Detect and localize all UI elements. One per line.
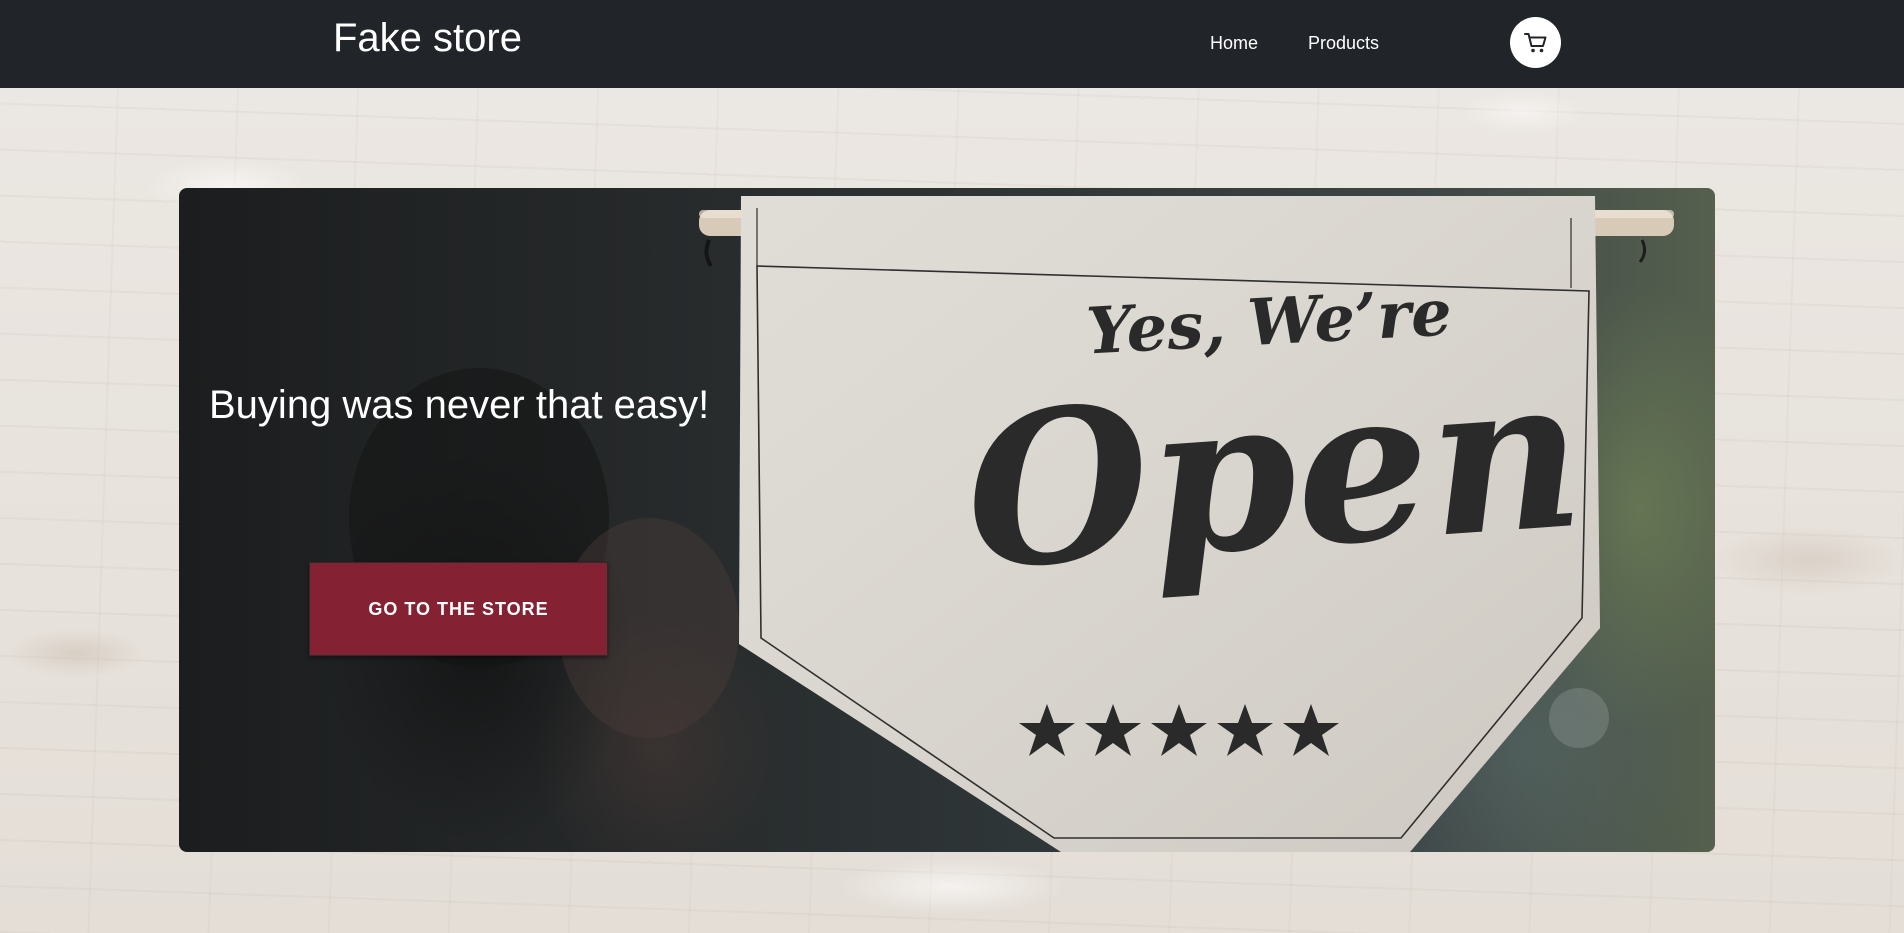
go-to-store-button[interactable]: GO TO THE STORE [309,562,608,656]
star-icon [1151,704,1207,756]
cart-icon [1523,32,1546,52]
star-icon [1085,704,1141,756]
hero-title: Buying was never that easy! [209,383,710,427]
nav-link-products[interactable]: Products [1308,32,1379,54]
five-stars [1019,704,1339,756]
nav-link-home[interactable]: Home [1210,32,1258,54]
star-icon [1217,704,1273,756]
top-navbar: Fake store Home Products [0,0,1904,88]
banner-line-open: Open [958,327,1590,618]
star-icon [1283,704,1339,756]
cart-button[interactable] [1510,17,1561,68]
star-icon [1019,704,1075,756]
brand-logo-link[interactable]: Fake store [333,14,522,62]
hero-banner: Yes, We’re Open Buying was never that ea… [179,188,1715,852]
